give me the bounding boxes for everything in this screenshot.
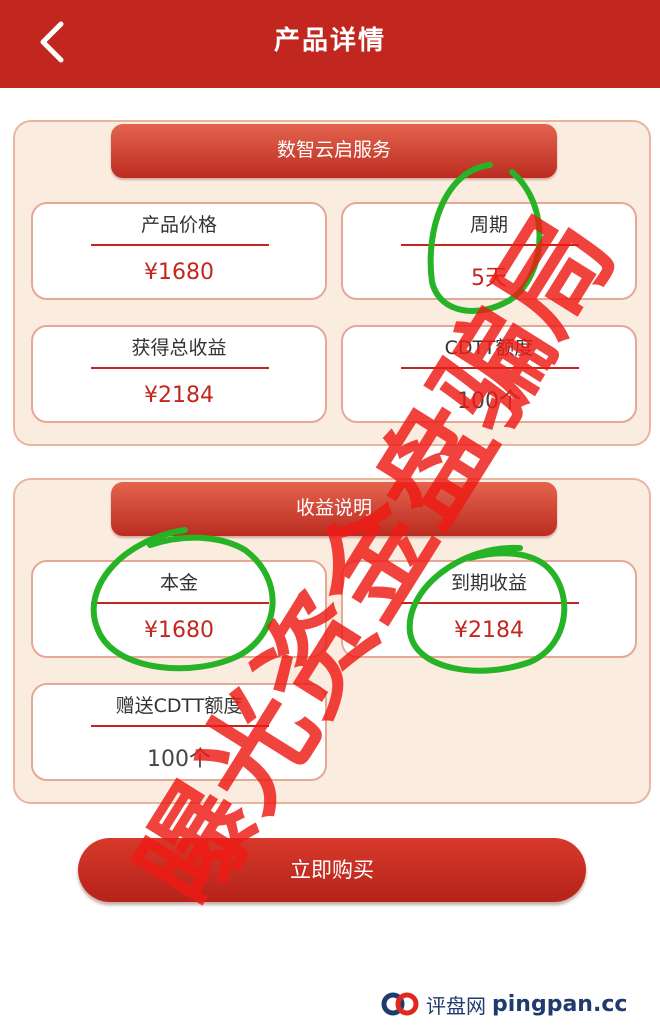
service-banner: 数智云启服务 [111,124,557,178]
site-name-cn: 评盘网 [426,993,486,1018]
card-total-income: 获得总收益 ¥2184 [31,325,327,423]
card-divider [91,602,269,604]
pingpan-logo-icon [381,992,419,1016]
page-title: 产品详情 [273,26,386,56]
card-product-price: 产品价格 ¥1680 [31,202,327,300]
card-label: 产品价格 [140,214,217,236]
app-header: 产品详情 [0,0,660,88]
site-watermark: 评盘网 pingpan.cc [380,984,652,1024]
card-divider [91,367,269,369]
card-divider [91,244,269,246]
card-value: ¥2184 [144,383,214,408]
card-label: 获得总收益 [131,337,227,359]
card-value: ¥1680 [144,260,214,285]
site-name-en: pingpan.cc [492,991,628,1017]
